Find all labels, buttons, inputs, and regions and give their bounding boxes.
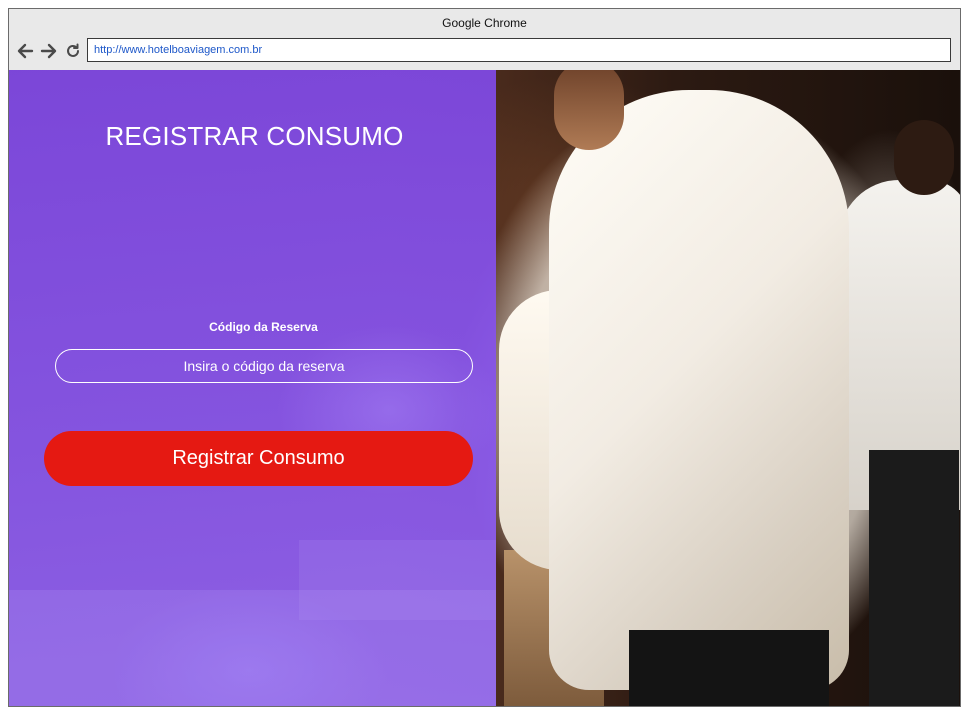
- reload-icon: [67, 43, 79, 57]
- form-panel: REGISTRAR CONSUMO Código da Reserva Regi…: [9, 70, 496, 706]
- arrow-left-icon: [17, 43, 34, 59]
- reservation-code-input[interactable]: [55, 349, 473, 383]
- reservation-code-label: Código da Reserva: [209, 320, 318, 334]
- page-title: REGISTRAR CONSUMO: [105, 121, 404, 151]
- reload-button[interactable]: [63, 41, 83, 61]
- navigation-bar: http://www.hotelboaviagem.com.br: [9, 37, 960, 69]
- browser-window: Google Chrome http://www.hotelboaviagem.…: [8, 8, 961, 707]
- back-button[interactable]: [15, 41, 35, 61]
- page-viewport: REGISTRAR CONSUMO Código da Reserva Regi…: [9, 70, 960, 706]
- register-consumption-button[interactable]: Registrar Consumo: [44, 431, 473, 486]
- window-title: Google Chrome: [442, 16, 527, 30]
- address-bar[interactable]: http://www.hotelboaviagem.com.br: [87, 38, 951, 62]
- forward-button[interactable]: [39, 41, 59, 61]
- arrow-right-icon: [40, 43, 57, 59]
